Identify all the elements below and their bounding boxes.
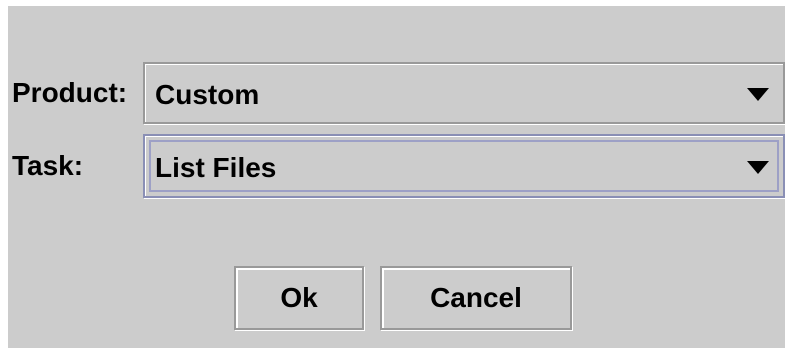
product-label: Product:: [12, 77, 128, 108]
task-label: Task:: [12, 150, 84, 181]
task-select-value: List Files: [155, 152, 277, 183]
chevron-down-icon[interactable]: [747, 161, 769, 174]
product-select-value: Custom: [155, 79, 260, 110]
cancel-button[interactable]: Cancel: [380, 266, 572, 330]
product-select[interactable]: Custom: [143, 62, 785, 124]
ok-button[interactable]: Ok: [234, 266, 364, 330]
task-select[interactable]: List Files: [143, 134, 785, 198]
dialog-panel: Product: Custom Task: List Files Ok Canc…: [8, 6, 785, 348]
chevron-down-icon[interactable]: [747, 88, 769, 101]
